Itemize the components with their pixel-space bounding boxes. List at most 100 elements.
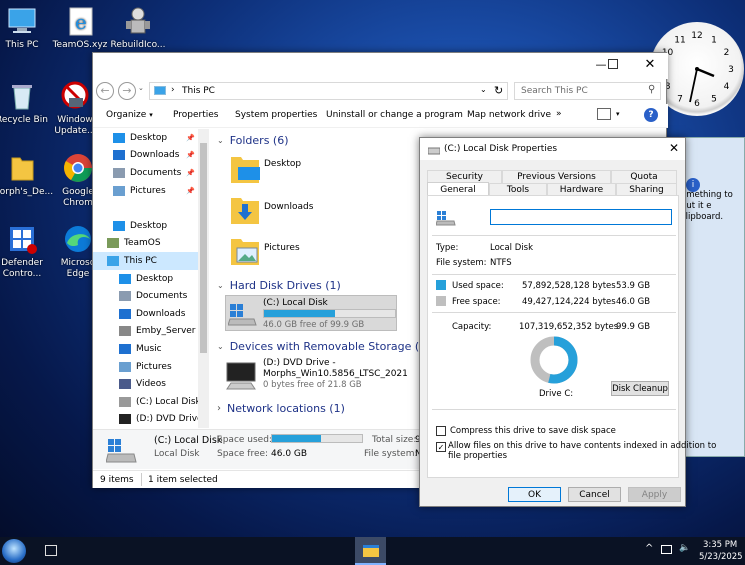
dialog-close-button[interactable]: ✕	[669, 141, 679, 155]
disk-cleanup-button[interactable]: Disk Cleanup	[611, 381, 669, 396]
user-icon	[107, 238, 119, 249]
volume-muted-icon[interactable]: 🔈	[679, 543, 690, 553]
desktop-icon-defender-control[interactable]: Defender Contro...	[0, 223, 52, 280]
clock-hour-hand	[696, 67, 715, 78]
desktop-icon	[113, 220, 125, 231]
view-options-icon[interactable]	[597, 108, 611, 120]
drive-icon	[436, 211, 456, 226]
nav-item-teamos[interactable]: TeamOS	[93, 235, 198, 253]
search-box[interactable]: Search This PC ⚲	[514, 82, 661, 100]
close-button[interactable]: ✕	[640, 56, 660, 76]
drive-item-d[interactable]: (D:) DVD Drive - Morphs_Win10.5856_LTSC_…	[225, 357, 425, 397]
tab-general[interactable]: General	[427, 182, 489, 196]
pc-icon	[107, 255, 119, 266]
nav-item-emby-server[interactable]: Emby_Server	[93, 323, 198, 341]
properties-button[interactable]: Properties	[173, 110, 218, 120]
nav-item-pictures[interactable]: Pictures 📌	[93, 182, 198, 200]
group-network[interactable]: › Network locations (1)	[217, 402, 345, 415]
details-disk-icon	[106, 439, 137, 463]
system-properties-button[interactable]: System properties	[235, 110, 317, 120]
cancel-button[interactable]: Cancel	[568, 487, 621, 502]
drive-icon	[119, 396, 131, 407]
used-color-swatch	[436, 280, 446, 290]
properties-dialog: (C:) Local Disk Properties ✕ Security Pr…	[419, 137, 716, 507]
general-tab-panel: Type: Local Disk File system: NTFS Used …	[427, 195, 716, 478]
drive-name-input[interactable]	[490, 209, 672, 225]
taskbar-explorer-button[interactable]	[355, 537, 386, 565]
organize-button[interactable]: Organize ▾	[106, 110, 153, 120]
nav-item-this-pc[interactable]: This PC	[93, 252, 198, 270]
nav-item-desktop[interactable]: Desktop	[93, 217, 198, 235]
pin-icon: 📌	[186, 133, 195, 142]
folder-item-desktop[interactable]: Desktop	[229, 153, 409, 191]
index-checkbox[interactable]: ✓	[436, 442, 446, 452]
nav-item-videos[interactable]: Videos	[93, 375, 198, 393]
apply-button[interactable]: Apply	[628, 487, 681, 502]
address-bar[interactable]: › This PC ⌄ ↻	[149, 82, 508, 100]
edge-icon	[62, 223, 94, 255]
ok-button[interactable]: OK	[508, 487, 561, 502]
pc-icon	[154, 86, 166, 95]
folder-item-downloads[interactable]: Downloads	[229, 194, 409, 232]
pc-icon	[6, 5, 38, 37]
clock-date[interactable]: 5/23/2025	[699, 552, 743, 562]
downloads-icon	[113, 150, 125, 161]
desktop-folder-icon	[231, 157, 260, 183]
nav-scrollbar[interactable]	[198, 129, 209, 428]
forward-button[interactable]: →	[118, 82, 136, 100]
dvd-drive-icon	[226, 362, 256, 390]
nav-item-music[interactable]: Music	[93, 340, 198, 358]
group-hard-disks[interactable]: ⌄ Hard Disk Drives (1)	[217, 279, 341, 292]
folder-item-pictures[interactable]: Pictures	[229, 235, 409, 273]
desktop-icon	[113, 132, 125, 143]
tab-previous-versions[interactable]: Previous Versions	[502, 170, 611, 183]
recent-locations-chevron-icon[interactable]: ⌄	[138, 84, 144, 92]
desktop-icon-this-pc[interactable]: This PC	[0, 5, 52, 50]
folder-icon	[6, 152, 38, 184]
nav-item--c-local-disk[interactable]: (C:) Local Disk	[93, 393, 201, 411]
blocked-update-icon	[59, 80, 91, 112]
map-network-drive-button[interactable]: Map network drive	[467, 110, 551, 120]
compress-checkbox[interactable]	[436, 426, 446, 436]
navigation-pane: Desktop 📌 Downloads 📌 Documents 📌 Pictures 📌 Des…	[93, 129, 209, 428]
refresh-icon[interactable]: ↻	[494, 84, 503, 97]
desktop-icon-rebuildico[interactable]: RebuildIco...	[108, 5, 168, 50]
nav-item-desktop[interactable]: Desktop 📌	[93, 129, 198, 147]
back-button[interactable]: ←	[96, 82, 114, 100]
desktop-icon-teamos[interactable]: e TeamOS.xyz	[50, 5, 110, 50]
drive-item-c[interactable]: (C:) Local Disk 46.0 GB free of 99.9 GB	[225, 295, 397, 331]
nav-item-desktop[interactable]: Desktop	[93, 270, 198, 288]
uninstall-program-button[interactable]: Uninstall or change a program	[326, 110, 463, 120]
compress-checkbox-row[interactable]: Compress this drive to save disk space	[436, 426, 616, 436]
pictures-icon	[113, 185, 125, 196]
nav-item-downloads[interactable]: Downloads 📌	[93, 147, 198, 165]
clock-time[interactable]: 3:35 PM	[703, 540, 737, 550]
search-placeholder: Search This PC	[521, 86, 588, 96]
clock-number: 3	[728, 65, 734, 75]
start-button[interactable]	[2, 539, 26, 563]
nav-item-downloads[interactable]: Downloads	[93, 305, 198, 323]
show-hidden-icons-icon[interactable]: ^	[645, 543, 653, 554]
desktop-icon-morphs-folder[interactable]: Morph's_De...	[0, 152, 53, 197]
nav-item--d-dvd-drive[interactable]: (D:) DVD Drive	[93, 411, 203, 429]
nav-item-pictures[interactable]: Pictures	[93, 358, 198, 376]
network-icon[interactable]	[661, 545, 672, 554]
nav-item-documents[interactable]: Documents	[93, 287, 198, 305]
search-icon: ⚲	[648, 84, 656, 95]
details-usage-bar	[271, 434, 363, 443]
help-icon[interactable]: ?	[644, 108, 658, 122]
robot-icon	[122, 5, 154, 37]
clock-number: 5	[711, 94, 717, 104]
more-commands-button[interactable]: »	[556, 109, 562, 119]
group-removable[interactable]: ⌄ Devices with Removable Storage (1)	[217, 340, 430, 353]
drive-title-icon	[428, 147, 440, 155]
tab-quota[interactable]: Quota	[611, 170, 677, 183]
clock-number: 12	[691, 31, 702, 41]
group-folders[interactable]: ⌄ Folders (6)	[217, 134, 289, 147]
desktop-icon-recycle-bin[interactable]: Recycle Bin	[0, 80, 52, 125]
task-view-icon[interactable]	[45, 545, 57, 556]
view-dropdown-icon[interactable]: ▾	[616, 110, 620, 118]
maximize-button[interactable]	[608, 59, 618, 69]
nav-item-documents[interactable]: Documents 📌	[93, 164, 198, 182]
address-dropdown-icon[interactable]: ⌄	[480, 85, 487, 94]
